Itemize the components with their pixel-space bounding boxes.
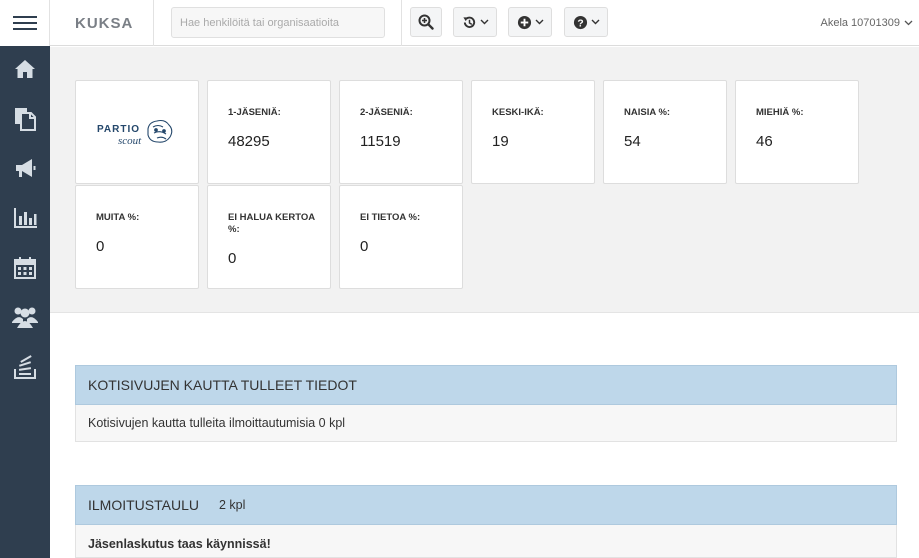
stat-card-unknown-percent: EI TIETOA %: 0 (339, 185, 463, 289)
stat-card-average-age: KESKI-IKÄ: 19 (471, 80, 595, 184)
sidebar-item-announcements[interactable] (0, 145, 50, 191)
panel-title: ILMOITUSTAULU (88, 497, 199, 513)
stat-label: EI HALUA KERTOA %: (228, 212, 315, 235)
stat-card-other-percent: MUITA %: 0 (75, 185, 199, 289)
chevron-down-icon (904, 20, 913, 26)
partio-scout-logo: PARTIO scout (97, 119, 173, 147)
notice-board-panel-body: Jäsenlaskutus taas käynnissä! (75, 525, 897, 558)
stat-card-men-percent: MIEHIÄ %: 46 (735, 80, 859, 184)
stat-value: 48295 (228, 133, 270, 150)
toolbar-divider (401, 0, 402, 46)
stat-label: MUITA %: (96, 212, 140, 223)
stat-card-members-2: 2-JÄSENIÄ: 11519 (339, 80, 463, 184)
stat-value: 0 (228, 250, 237, 267)
menu-toggle-button[interactable] (0, 0, 50, 46)
panel-title: KOTISIVUJEN KAUTTA TULLEET TIEDOT (88, 377, 357, 393)
stat-card-members-1: 1-JÄSENIÄ: 48295 (207, 80, 331, 184)
sidebar-item-documents[interactable] (0, 96, 50, 142)
sidebar-item-statistics[interactable] (0, 195, 50, 241)
add-dropdown-button[interactable] (508, 7, 552, 37)
help-icon: ? (573, 15, 587, 29)
stat-label: NAISIA %: (624, 107, 671, 118)
notice-board-panel-header[interactable]: ILMOITUSTAULU 2 kpl (75, 485, 897, 525)
stat-label: 1-JÄSENIÄ: (228, 107, 281, 118)
app-brand[interactable]: KUKSA (50, 0, 154, 46)
chevron-down-icon (480, 19, 488, 25)
panel-text: Kotisivujen kautta tulleita ilmoittautum… (88, 416, 346, 430)
home-icon (15, 60, 35, 78)
organization-logo-card: PARTIO scout (75, 80, 199, 184)
stat-label: MIEHIÄ %: (756, 107, 804, 118)
stat-value: 11519 (360, 133, 401, 150)
stat-label: EI TIETOA %: (360, 212, 421, 223)
stat-value: 54 (624, 133, 641, 150)
stat-value: 46 (756, 133, 773, 150)
search-zoom-button[interactable] (410, 7, 442, 37)
stat-value: 0 (360, 238, 369, 255)
reports-icon (14, 355, 36, 379)
stat-card-declined-percent: EI HALUA KERTOA %: 0 (207, 185, 331, 289)
help-dropdown-button[interactable]: ? (564, 7, 608, 37)
history-dropdown-button[interactable] (453, 7, 497, 37)
history-icon (462, 16, 475, 28)
sidebar-item-reports[interactable] (0, 344, 50, 390)
megaphone-icon (16, 159, 36, 177)
hamburger-icon (12, 16, 37, 30)
stat-label: 2-JÄSENIÄ: (360, 107, 413, 118)
top-bar: KUKSA ? Akela 10701309 (0, 0, 919, 46)
chevron-down-icon (591, 19, 599, 25)
user-name: Akela 10701309 (820, 17, 900, 29)
notice-title[interactable]: Jäsenlaskutus taas käynnissä! (88, 537, 271, 551)
chevron-down-icon (535, 19, 543, 25)
bar-chart-icon (14, 208, 37, 228)
sidebar-item-members[interactable] (0, 294, 50, 340)
stat-card-women-percent: NAISIA %: 54 (603, 80, 727, 184)
zoom-in-icon (418, 14, 434, 30)
sidebar-item-calendar[interactable] (0, 245, 50, 291)
stat-value: 0 (96, 238, 105, 255)
notice-count: 2 kpl (218, 498, 246, 512)
logo-line1: PARTIO (97, 124, 140, 135)
stat-label: KESKI-IKÄ: (492, 107, 544, 118)
homepage-submissions-panel-header: KOTISIVUJEN KAUTTA TULLEET TIEDOT (75, 365, 897, 405)
sidebar (0, 46, 50, 558)
svg-text:?: ? (577, 18, 583, 29)
user-menu[interactable]: Akela 10701309 (820, 0, 913, 46)
documents-icon (15, 108, 36, 131)
logo-line2: scout (118, 135, 142, 147)
sidebar-item-home[interactable] (0, 46, 50, 92)
homepage-submissions-panel-body: Kotisivujen kautta tulleita ilmoittautum… (75, 405, 897, 442)
search-input[interactable] (171, 7, 385, 38)
users-icon (12, 307, 38, 328)
plus-circle-icon (517, 15, 531, 29)
stat-value: 19 (492, 133, 509, 150)
calendar-icon (14, 257, 36, 279)
